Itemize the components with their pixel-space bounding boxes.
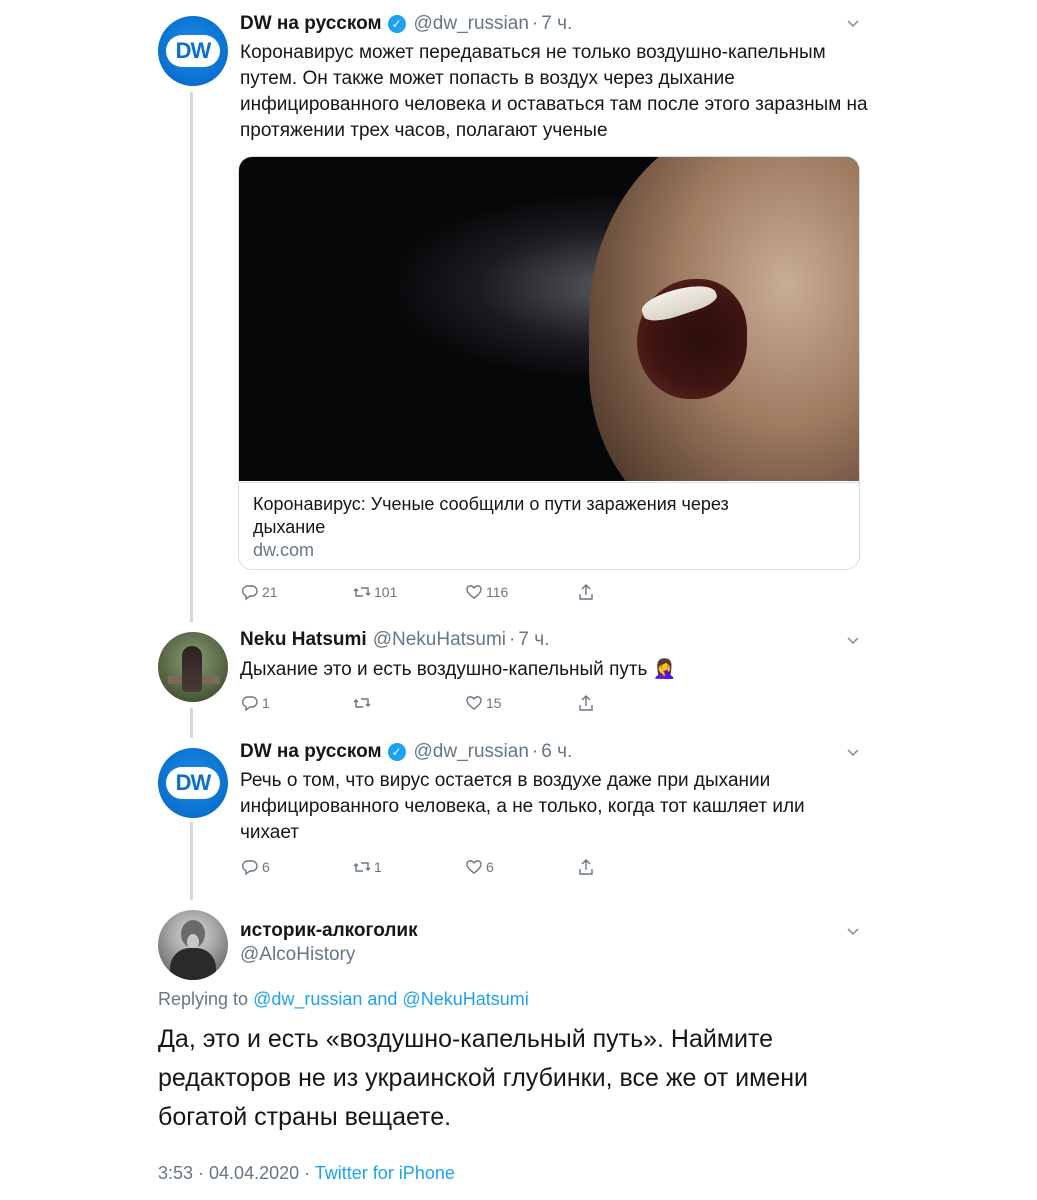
display-name[interactable]: Neku Hatsumi <box>240 628 367 652</box>
tweet-header: DW на русском ✓ @dw_russian · 7 ч. <box>240 12 572 36</box>
tweet[interactable]: DW DW на русском ✓ @dw_russian · 6 ч. Ре… <box>0 740 1037 890</box>
display-name[interactable]: DW на русском <box>240 12 382 36</box>
reply-button[interactable]: 1 <box>240 691 270 715</box>
card-body: Коронавирус: Ученые сообщили о пути зара… <box>239 482 859 568</box>
separator: · <box>531 741 539 762</box>
handle-row: @AlcoHistory <box>240 943 355 967</box>
chevron-down-icon[interactable] <box>846 634 860 648</box>
avatar[interactable]: DW <box>158 16 228 86</box>
share-icon <box>579 695 593 711</box>
like-icon <box>466 585 482 599</box>
reply-icon <box>242 585 258 601</box>
retweet-count: 101 <box>374 584 398 600</box>
card-image <box>239 157 859 481</box>
share-icon <box>579 859 593 875</box>
card-title: Коронавирус: Ученые сообщили о пути зара… <box>253 494 729 537</box>
handle[interactable]: @AlcoHistory <box>240 943 355 967</box>
like-button[interactable]: 6 <box>464 855 494 879</box>
dw-logo: DW <box>166 767 220 799</box>
tweet-actions: 21 101 116 <box>240 580 620 604</box>
share-icon <box>579 584 593 600</box>
tweet-header: историк-алкоголик <box>240 919 418 943</box>
reply-button[interactable]: 6 <box>240 855 270 879</box>
retweet-button[interactable]: 1 <box>352 855 382 879</box>
tweet[interactable]: DW DW на русском ✓ @dw_russian · 7 ч. Ко… <box>0 12 1037 612</box>
chevron-down-icon[interactable] <box>846 925 860 939</box>
timestamp[interactable]: 7 ч. <box>518 628 549 652</box>
retweet-icon <box>353 862 371 872</box>
timestamp[interactable]: 6 ч. <box>541 740 572 764</box>
link-card[interactable]: Коронавирус: Ученые сообщили о пути зара… <box>238 156 860 570</box>
share-button[interactable] <box>576 691 598 715</box>
reply-count: 1 <box>262 695 270 711</box>
avatar[interactable] <box>158 910 228 980</box>
display-name[interactable]: историк-алкоголик <box>240 919 418 943</box>
like-count: 116 <box>486 584 509 600</box>
card-domain: dw.com <box>253 540 315 560</box>
main-tweet: историк-алкоголик @AlcoHistory <box>0 908 1037 980</box>
handle[interactable]: @dw_russian <box>414 740 529 764</box>
like-icon <box>466 696 482 710</box>
reply-button[interactable]: 21 <box>240 580 278 604</box>
retweet-icon <box>353 587 371 597</box>
share-button[interactable] <box>576 580 598 604</box>
tweet-header: Neku Hatsumi @NekuHatsumi · 7 ч. <box>240 628 549 652</box>
like-icon <box>466 860 482 874</box>
main-tweet-text: Да, это и есть «воздушно-капельный путь»… <box>158 1025 808 1131</box>
like-button[interactable]: 15 <box>464 691 502 715</box>
tweet-meta: 3:53 · 04.04.2020 · Twitter for iPhone <box>158 1163 455 1184</box>
tweet-text: Речь о том, что вирус остается в воздухе… <box>240 770 805 843</box>
tweet-source[interactable]: Twitter for iPhone <box>315 1163 455 1183</box>
separator: · <box>509 629 516 650</box>
tweet[interactable]: Neku Hatsumi @NekuHatsumi · 7 ч. Дыхание… <box>0 628 1037 718</box>
tweet-actions: 1 15 <box>240 691 620 715</box>
retweet-icon <box>353 698 371 708</box>
chevron-down-icon[interactable] <box>846 17 860 31</box>
like-count: 15 <box>486 695 502 711</box>
replying-to: Replying to @dw_russian and @NekuHatsumi <box>158 989 529 1010</box>
separator: · <box>531 13 539 34</box>
retweet-button[interactable]: 101 <box>352 580 397 604</box>
handle[interactable]: @dw_russian <box>414 12 529 36</box>
replying-label: Replying to <box>158 989 249 1009</box>
like-count: 6 <box>486 859 494 875</box>
retweet-count: 1 <box>374 859 382 875</box>
reply-icon <box>242 696 258 712</box>
reply-count: 6 <box>262 859 270 875</box>
verified-badge-icon: ✓ <box>387 743 406 761</box>
avatar[interactable]: DW <box>158 748 228 818</box>
retweet-button[interactable] <box>352 691 374 715</box>
timestamp[interactable]: 7 ч. <box>541 12 572 36</box>
tweet-text: Коронавирус может передаваться не только… <box>240 42 868 141</box>
display-name[interactable]: DW на русском <box>240 740 382 764</box>
handle[interactable]: @NekuHatsumi <box>373 628 506 652</box>
reply-icon <box>242 860 258 876</box>
tweet-header: DW на русском ✓ @dw_russian · 6 ч. <box>240 740 572 764</box>
tweet-timestamp[interactable]: 3:53 · 04.04.2020 · <box>158 1163 315 1183</box>
verified-badge-icon: ✓ <box>387 15 406 33</box>
share-button[interactable] <box>576 855 598 879</box>
reply-count: 21 <box>262 584 278 600</box>
tweet-text: Дыхание это и есть воздушно-капельный пу… <box>240 659 677 680</box>
dw-logo: DW <box>166 35 220 67</box>
like-button[interactable]: 116 <box>464 580 508 604</box>
chevron-down-icon[interactable] <box>846 746 860 760</box>
avatar[interactable] <box>158 632 228 702</box>
tweet-actions: 6 1 6 <box>240 855 620 879</box>
replying-links[interactable]: @dw_russian and @NekuHatsumi <box>253 989 529 1009</box>
